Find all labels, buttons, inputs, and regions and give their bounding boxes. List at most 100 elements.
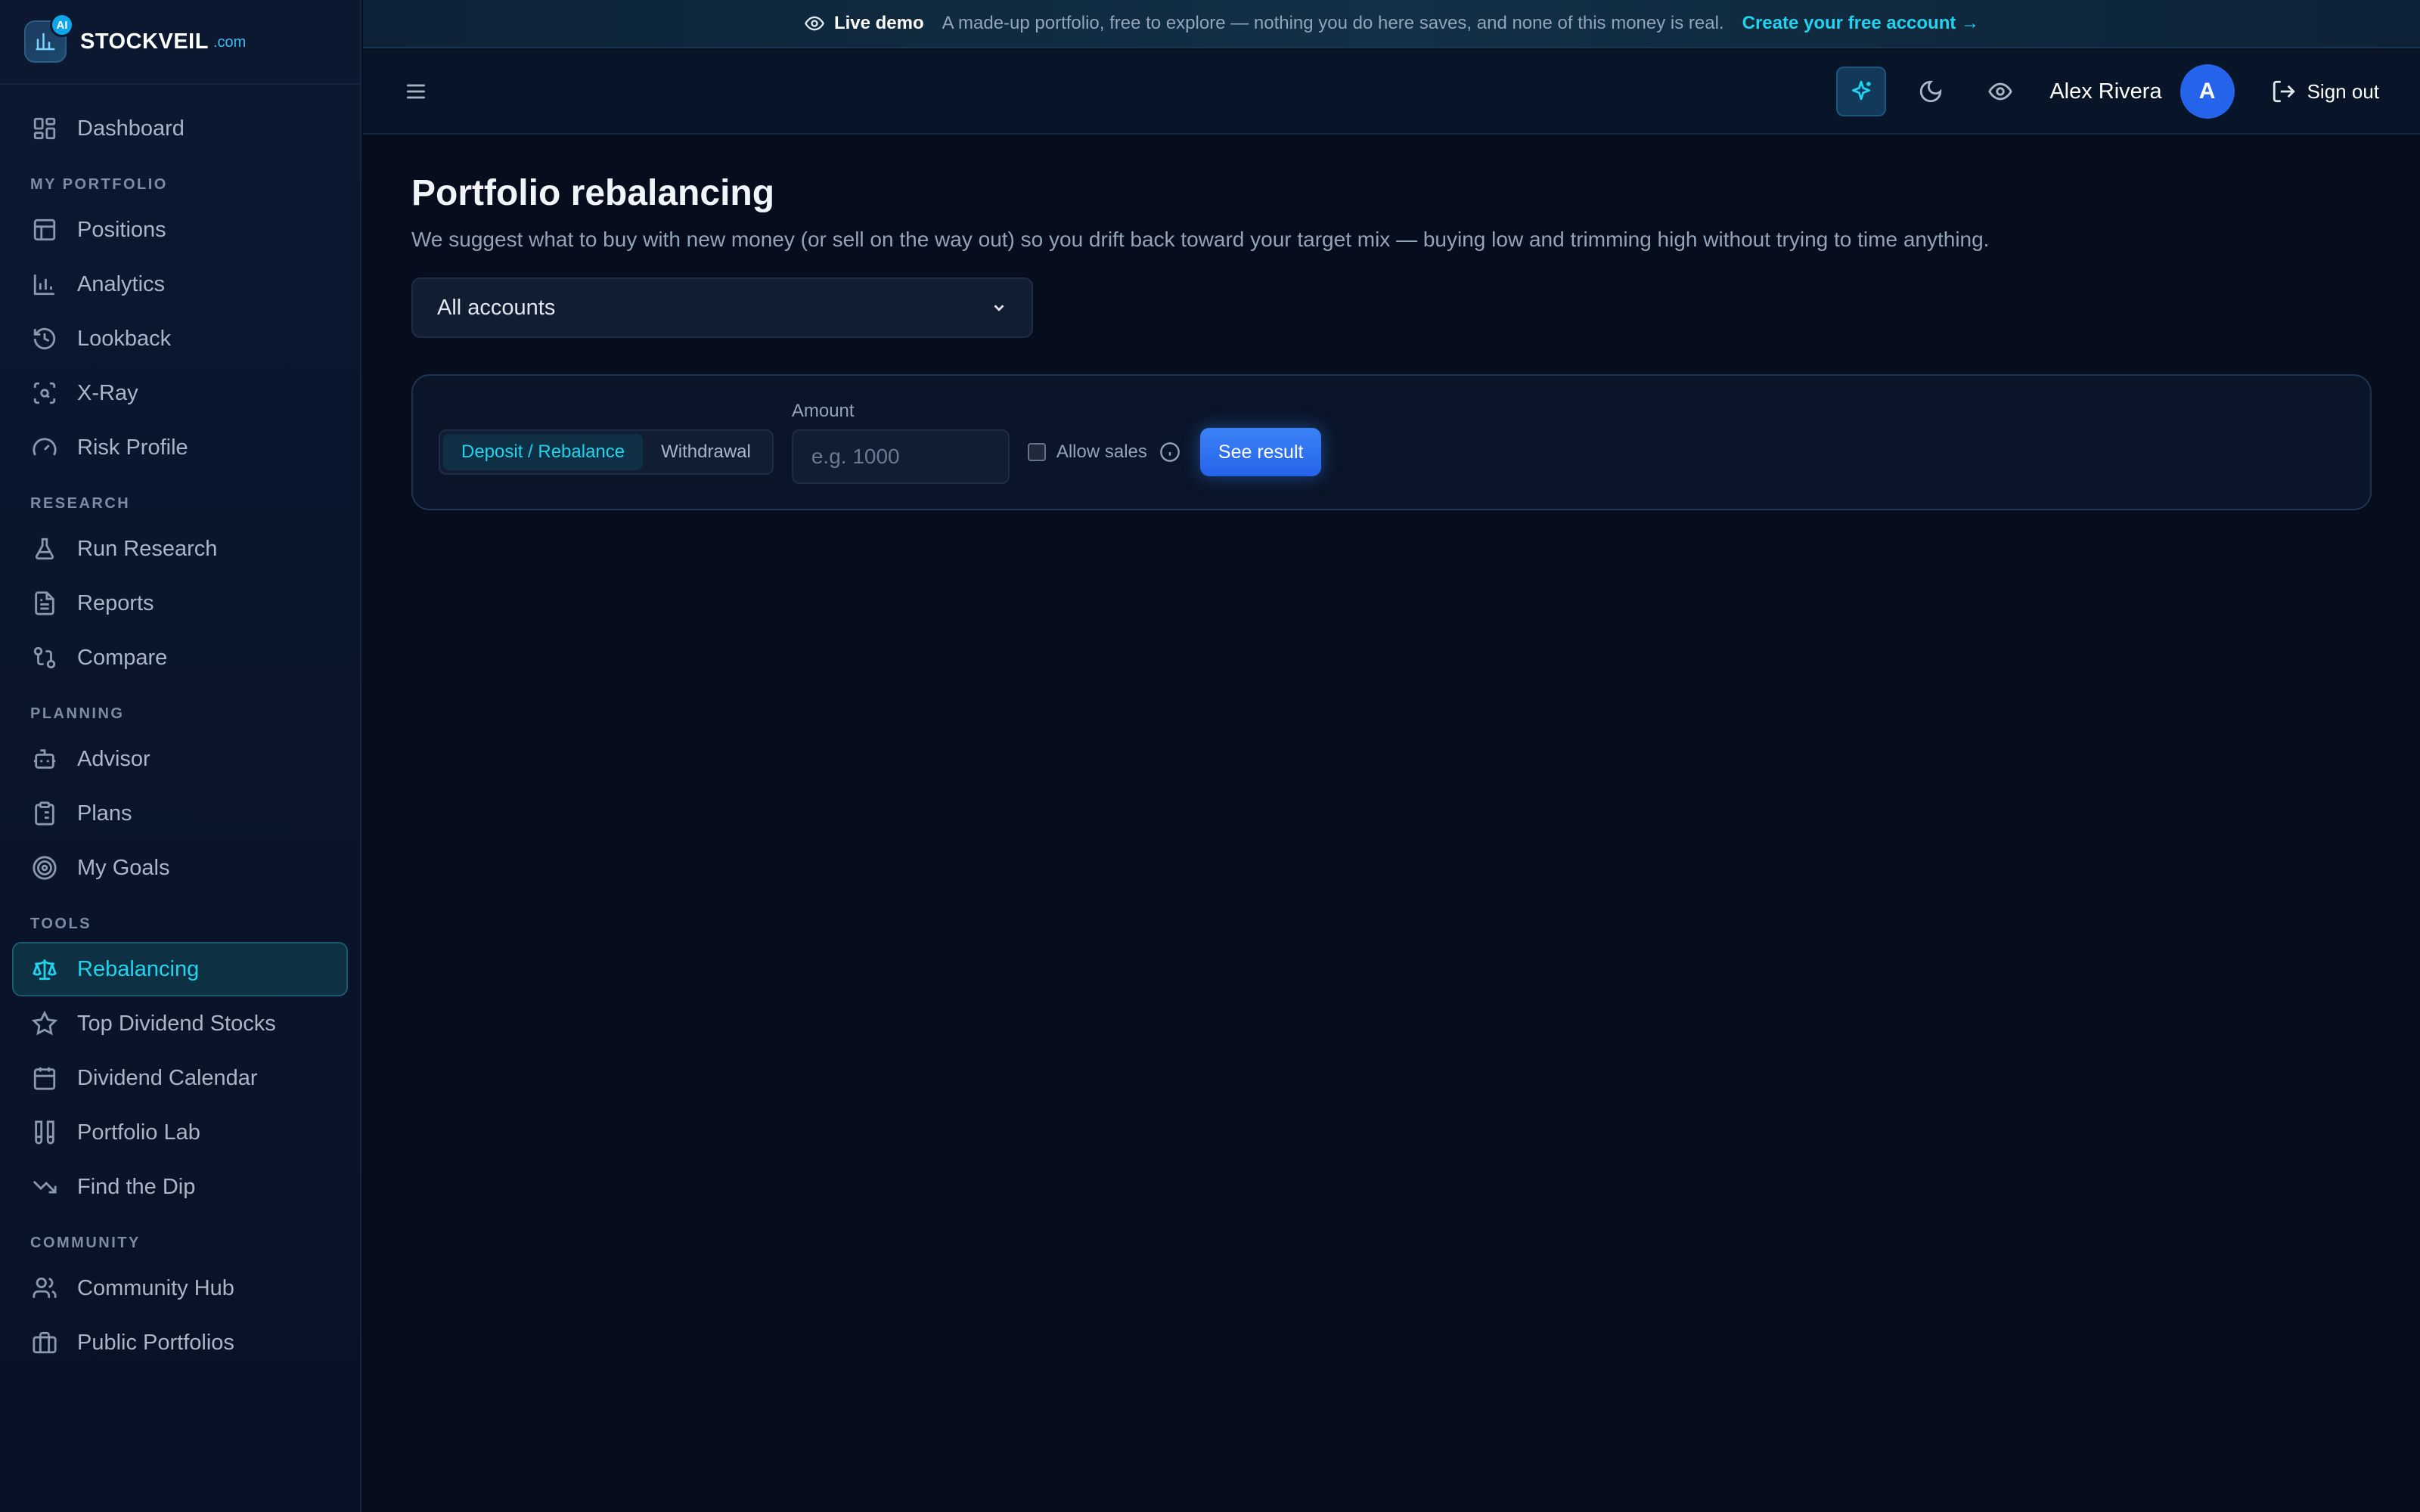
page-title: Portfolio rebalancing	[411, 173, 775, 213]
theme-toggle-button[interactable]	[1906, 67, 1956, 116]
amount-label: Amount	[791, 401, 855, 421]
star-icon	[32, 1011, 57, 1036]
live-demo-label: Live demo	[833, 13, 924, 33]
sidebar-item-my-goals[interactable]: My Goals	[12, 841, 348, 895]
see-result-button[interactable]: See result	[1199, 428, 1322, 476]
sidebar-item-label: Analytics	[77, 271, 166, 296]
nav-section-tools: TOOLS	[30, 915, 92, 932]
amount-input[interactable]	[791, 429, 1010, 484]
page-subtitle: We suggest what to buy with new money (o…	[411, 228, 1990, 251]
sidebar-item-positions[interactable]: Positions	[12, 203, 348, 257]
sidebar-item-label: Reports	[77, 590, 154, 615]
gauge-icon	[33, 438, 57, 456]
sparkles-icon	[1852, 80, 1872, 101]
mode-toggle: Deposit / Rebalance Withdrawal	[439, 429, 774, 475]
calendar-icon	[33, 1067, 56, 1090]
create-account-link[interactable]: Create your free account →	[1742, 13, 1979, 34]
history-icon	[33, 327, 56, 350]
sidebar-item-plans[interactable]: Plans	[12, 786, 348, 841]
sidebar-item-label: Risk Profile	[77, 435, 188, 460]
sidebar-item-label: My Goals	[77, 855, 170, 880]
eye-icon	[804, 16, 824, 31]
avatar[interactable]: A	[2180, 64, 2235, 119]
sidebar-item-public-portfolios[interactable]: Public Portfolios	[12, 1315, 348, 1370]
sidebar-item-advisor[interactable]: Advisor	[12, 732, 348, 786]
sidebar-item-x-ray[interactable]: X-Ray	[12, 366, 348, 420]
sidebar-item-reports[interactable]: Reports	[12, 576, 348, 631]
log-out-icon	[2273, 80, 2295, 103]
test-tubes-icon	[35, 1120, 54, 1145]
sidebar-item-risk-profile[interactable]: Risk Profile	[12, 420, 348, 475]
mode-deposit-button[interactable]: Deposit / Rebalance	[443, 434, 644, 470]
brand-name: STOCKVEIL	[80, 29, 209, 54]
sidebar-item-label: Community Hub	[77, 1275, 234, 1300]
brand-tld: .com	[213, 34, 247, 51]
sidebar-item-find-the-dip[interactable]: Find the Dip	[12, 1160, 348, 1214]
brand-logo-icon: AI	[24, 13, 74, 63]
allow-sales-checkbox[interactable]	[1027, 443, 1046, 461]
demo-banner: Live demo A made-up portfolio, free to e…	[363, 0, 2420, 48]
top-header: Alex Rivera A Sign out	[363, 50, 2420, 135]
rebalance-controls: Deposit / Rebalance Withdrawal Amount Al…	[411, 374, 2372, 510]
nav-section-research: RESEARCH	[30, 494, 131, 512]
bot-icon	[33, 749, 56, 769]
sidebar-item-label: Plans	[77, 801, 132, 826]
amount-group: Amount	[791, 401, 1010, 484]
chevron-down-icon	[994, 305, 1004, 311]
users-icon	[33, 1277, 57, 1298]
sidebar-item-label: Public Portfolios	[77, 1330, 234, 1355]
sidebar-item-dividend-calendar[interactable]: Dividend Calendar	[12, 1051, 348, 1105]
account-select-value: All accounts	[437, 295, 556, 320]
nav-section-community: COMMUNITY	[30, 1234, 141, 1251]
sidebar-item-label: X-Ray	[77, 380, 138, 405]
git-compare-icon	[33, 646, 56, 669]
sidebar-item-label: Compare	[77, 645, 168, 670]
info-icon[interactable]	[1159, 442, 1181, 463]
sidebar-item-rebalancing[interactable]: Rebalancing	[12, 942, 348, 996]
main-content: Portfolio rebalancing We suggest what to…	[411, 135, 2372, 510]
flask-icon	[35, 538, 54, 560]
target-icon	[33, 856, 57, 880]
sidebar-item-label: Positions	[77, 217, 166, 242]
sidebar-item-label: Rebalancing	[77, 956, 200, 981]
sidebar-item-label: Lookback	[77, 326, 172, 351]
sidebar-item-label: Portfolio Lab	[77, 1120, 200, 1145]
sign-out-button[interactable]: Sign out	[2271, 79, 2379, 104]
eye-icon	[1988, 82, 2013, 101]
ai-assistant-button[interactable]	[1836, 67, 1887, 116]
sidebar-item-lookback[interactable]: Lookback	[12, 311, 348, 366]
account-select[interactable]: All accounts	[411, 277, 1033, 338]
brand[interactable]: AI STOCKVEIL .com	[0, 0, 360, 85]
allow-sales-option[interactable]: Allow sales	[1027, 442, 1181, 463]
demo-message: A made-up portfolio, free to explore — n…	[942, 13, 1724, 33]
sidebar-item-compare[interactable]: Compare	[12, 631, 348, 685]
scan-search-icon	[33, 382, 56, 404]
moon-icon	[1920, 80, 1942, 103]
sidebar-item-label: Find the Dip	[77, 1174, 196, 1199]
sign-out-label: Sign out	[2307, 79, 2379, 103]
privacy-toggle-button[interactable]	[1975, 67, 2025, 116]
bar-chart-icon	[33, 274, 54, 296]
sidebar-item-label: Dashboard	[77, 116, 185, 141]
sidebar-item-label: Run Research	[77, 536, 218, 561]
sidebar-item-label: Advisor	[77, 746, 150, 771]
menu-toggle-button[interactable]	[401, 76, 431, 107]
scale-icon	[33, 959, 57, 981]
sidebar-item-analytics[interactable]: Analytics	[12, 257, 348, 311]
sidebar-item-portfolio-lab[interactable]: Portfolio Lab	[12, 1105, 348, 1160]
sidebar: AI STOCKVEIL .com Dashboard MY PORTFOLIO…	[0, 0, 361, 1512]
sidebar-item-dashboard[interactable]: Dashboard	[12, 101, 348, 156]
nav-section-planning: PLANNING	[30, 705, 125, 722]
ai-badge: AI	[50, 13, 74, 37]
sidebar-item-top-dividend-stocks[interactable]: Top Dividend Stocks	[12, 996, 348, 1051]
sidebar-item-run-research[interactable]: Run Research	[12, 522, 348, 576]
briefcase-icon	[33, 1331, 57, 1354]
nav-section-portfolio: MY PORTFOLIO	[30, 175, 168, 193]
table-icon	[33, 218, 56, 241]
clipboard-icon	[35, 801, 54, 826]
allow-sales-label: Allow sales	[1056, 442, 1147, 462]
file-text-icon	[35, 591, 54, 615]
mode-withdrawal-button[interactable]: Withdrawal	[643, 434, 769, 470]
sidebar-item-community-hub[interactable]: Community Hub	[12, 1261, 348, 1315]
dashboard-icon	[33, 117, 56, 140]
